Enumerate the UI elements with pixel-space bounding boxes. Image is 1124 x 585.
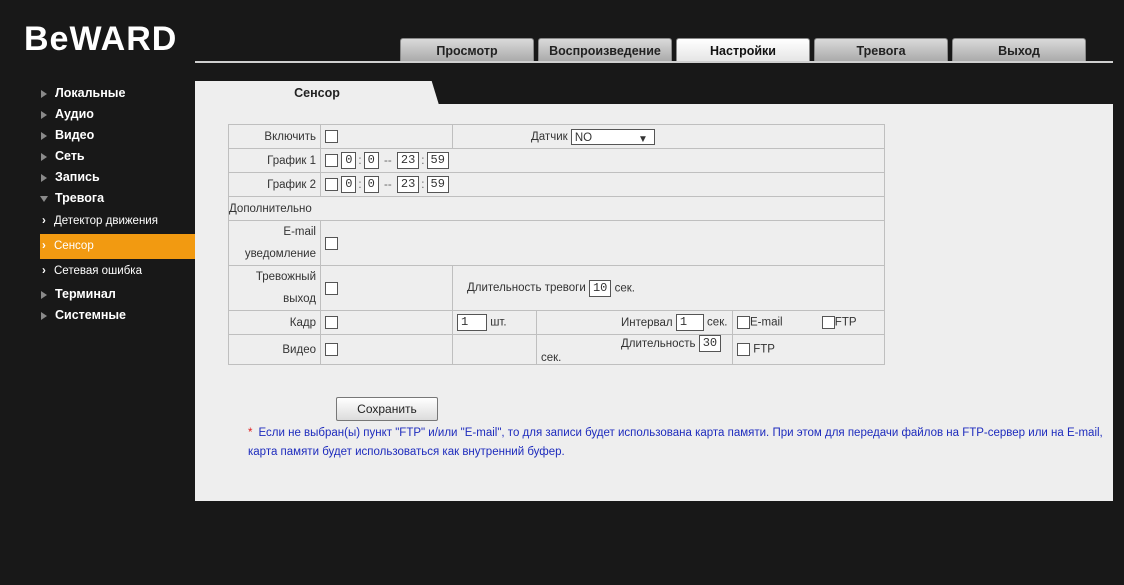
top-navigation: Просмотр Воспроизведение Настройки Трево… [400, 38, 1086, 62]
sidebar-subitem-label: Сетевая ошибка [54, 265, 142, 277]
save-button[interactable]: Сохранить [336, 397, 438, 421]
interval-input[interactable]: 1 [675, 314, 704, 331]
chevron-right-icon: › [42, 215, 46, 227]
sidebar-item-label: Локальные [55, 86, 126, 100]
triangle-right-icon [41, 111, 47, 119]
schedule1-checkbox[interactable] [325, 154, 338, 167]
schedule2-start-minute[interactable]: 0 [363, 176, 379, 193]
tab-playback[interactable]: Воспроизведение [538, 38, 672, 62]
alarm-duration-unit: сек. [614, 282, 635, 295]
sidebar-item-label: Системные [55, 308, 126, 322]
chevron-right-icon: › [42, 265, 46, 277]
triangle-down-icon [40, 196, 48, 202]
subtab-sensor[interactable]: Сенсор [195, 81, 439, 105]
tab-view[interactable]: Просмотр [400, 38, 534, 62]
additional-section-label: Дополнительно [228, 196, 885, 221]
sidebar-item-alarm[interactable]: Тревога [36, 188, 196, 209]
chevron-right-icon: › [42, 240, 46, 252]
sidebar-subitem-motion-detector[interactable]: › Детектор движения [36, 209, 196, 234]
tab-settings[interactable]: Настройки [676, 38, 810, 62]
sidebar-subitem-network-error[interactable]: › Сетевая ошибка [36, 259, 196, 284]
triangle-right-icon [41, 132, 47, 140]
sidebar-item-label: Аудио [55, 107, 94, 121]
note-text: Если не выбран(ы) пункт "FTP" и/или "E-m… [248, 427, 1103, 458]
schedule1-start-minute[interactable]: 0 [363, 152, 379, 169]
time-separator: : [421, 178, 425, 191]
triangle-right-icon [41, 291, 47, 299]
sensor-type-select[interactable]: NO ▼ [570, 128, 655, 145]
triangle-right-icon [41, 174, 47, 182]
sidebar-item-label: Сеть [55, 149, 85, 163]
interval-unit: сек. [707, 316, 728, 329]
frame-checkbox[interactable] [325, 316, 338, 329]
time-separator: : [358, 178, 362, 191]
sensor-type-value: NO [574, 131, 593, 144]
schedule2-end-minute[interactable]: 59 [426, 176, 449, 193]
frame-count-unit: шт. [490, 316, 507, 329]
frame-count-input[interactable]: 1 [457, 314, 487, 331]
frame-email-label: E-mail [750, 316, 783, 329]
tab-alarm[interactable]: Тревога [814, 38, 948, 62]
schedule1-end-hour[interactable]: 23 [396, 152, 420, 169]
sidebar-item-label: Запись [55, 170, 100, 184]
video-checkbox[interactable] [325, 343, 338, 356]
sidebar-item-video[interactable]: Видео [36, 125, 196, 146]
tab-exit[interactable]: Выход [952, 38, 1086, 62]
storage-note: * Если не выбран(ы) пункт "FTP" и/или "E-… [248, 424, 1108, 462]
video-label: Видео [228, 334, 321, 365]
sidebar-item-system[interactable]: Системные [36, 305, 196, 326]
video-duration-label: Длительность [621, 337, 696, 350]
enable-checkbox[interactable] [325, 130, 338, 143]
frame-ftp-label: FTP [834, 316, 857, 329]
triangle-right-icon [41, 312, 47, 320]
range-separator: -- [384, 178, 392, 191]
sidebar-item-network[interactable]: Сеть [36, 146, 196, 167]
video-duration-input[interactable]: 30 [698, 335, 722, 352]
video-ftp-label: FTP [753, 343, 775, 356]
email-notify-label: E-mail уведомление [228, 220, 321, 266]
time-separator: : [358, 154, 362, 167]
sensor-label: Датчик [531, 130, 568, 143]
email-notify-checkbox[interactable] [325, 236, 338, 250]
frame-ftp-checkbox[interactable] [821, 316, 835, 329]
sidebar-item-label: Тревога [55, 191, 105, 205]
schedule1-label: График 1 [228, 148, 321, 173]
sidebar-subitem-sensor[interactable]: › Сенсор [40, 234, 196, 259]
sidebar-item-terminal[interactable]: Терминал [36, 284, 196, 305]
chevron-down-icon: ▼ [637, 133, 648, 145]
frame-email-checkbox[interactable] [737, 316, 750, 329]
video-duration-unit: сек. [541, 352, 562, 364]
sidebar-item-audio[interactable]: Аудио [36, 104, 196, 125]
alarm-duration-input[interactable]: 10 [588, 279, 612, 297]
schedule2-checkbox[interactable] [325, 178, 338, 191]
range-separator: -- [384, 154, 392, 167]
sidebar-item-label: Видео [55, 128, 95, 142]
alarm-duration-label: Длительность тревоги [467, 282, 586, 295]
schedule1-end-minute[interactable]: 59 [426, 152, 449, 169]
sidebar-item-record[interactable]: Запись [36, 167, 196, 188]
triangle-right-icon [41, 153, 47, 161]
schedule2-end-hour[interactable]: 23 [396, 176, 420, 193]
alarm-output-label: Тревожный выход [228, 265, 321, 311]
schedule1-start-hour[interactable]: 0 [341, 152, 357, 169]
triangle-right-icon [41, 90, 47, 98]
beward-logo: BeWARD [24, 20, 177, 58]
alarm-output-checkbox[interactable] [325, 281, 338, 295]
time-separator: : [421, 154, 425, 167]
sensor-settings-form: Включить Датчик NO ▼ График 1 0:0 -- 23:5… [228, 124, 885, 365]
nav-divider [195, 61, 1113, 63]
sidebar-item-label: Терминал [55, 287, 116, 301]
sidebar: Локальные Аудио Видео Сеть Запись Тревог… [36, 83, 196, 326]
svg-text:BeWARD: BeWARD [24, 20, 177, 58]
note-asterisk: * [248, 427, 253, 439]
enable-label: Включить [228, 124, 321, 149]
schedule2-label: График 2 [228, 172, 321, 197]
sidebar-subitem-label: Сенсор [54, 240, 94, 252]
interval-label: Интервал [621, 316, 673, 329]
frame-label: Кадр [228, 310, 321, 335]
sidebar-subitem-label: Детектор движения [54, 215, 158, 227]
schedule2-start-hour[interactable]: 0 [341, 176, 357, 193]
video-ftp-checkbox[interactable] [737, 343, 750, 356]
sidebar-item-local[interactable]: Локальные [36, 83, 196, 104]
